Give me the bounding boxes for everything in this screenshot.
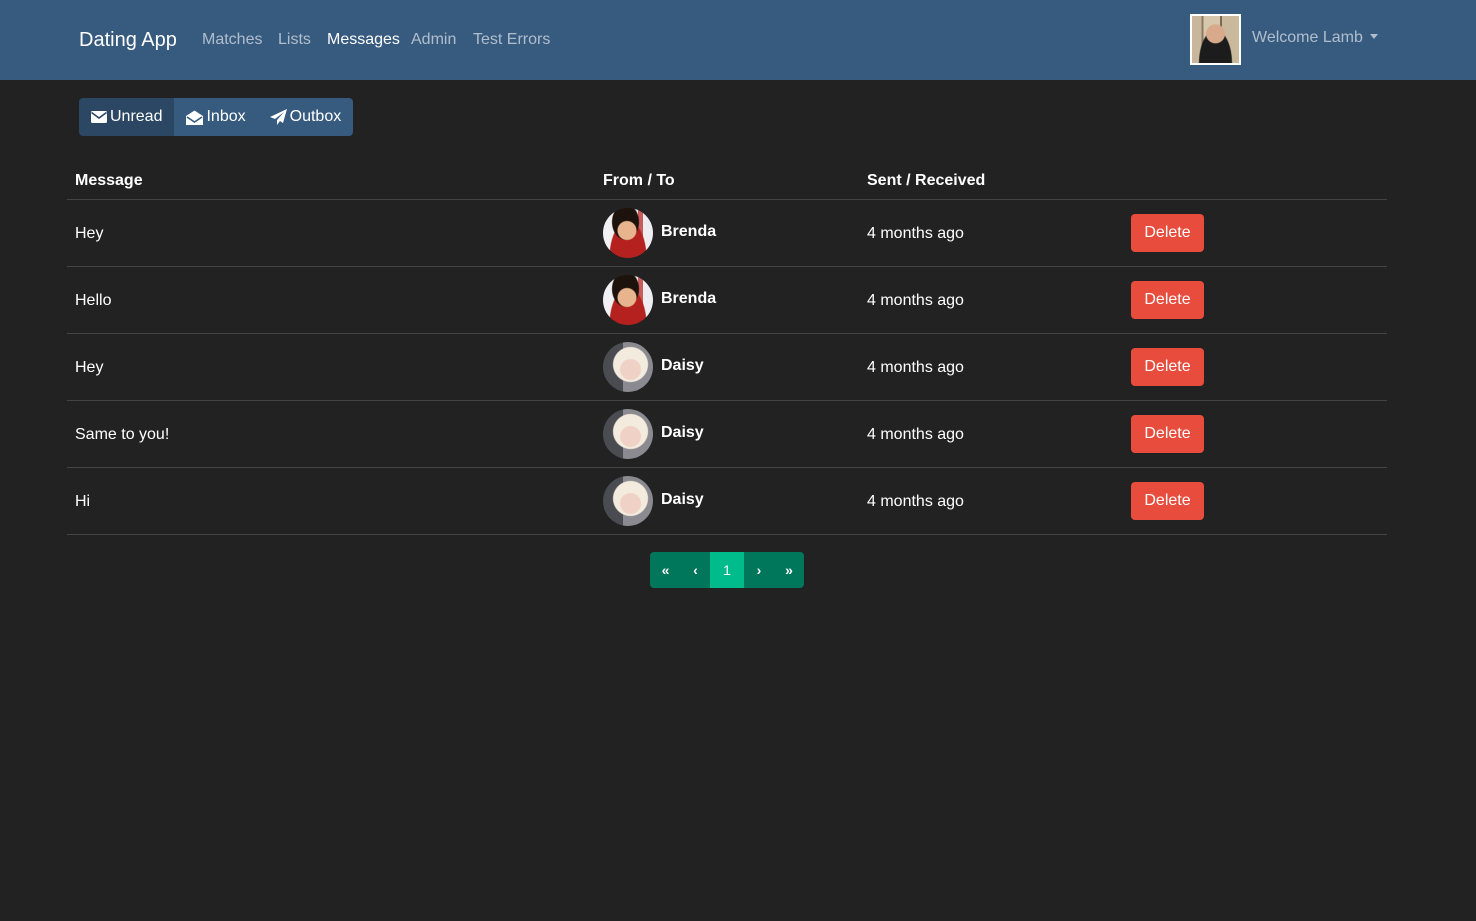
header-from-to: From / To bbox=[603, 172, 675, 189]
last-page-button[interactable]: » bbox=[774, 552, 804, 588]
table-row[interactable]: Hi Daisy 4 months ago Delete bbox=[67, 468, 1387, 535]
table-row[interactable]: Hello Brenda 4 months ago Delete bbox=[67, 267, 1387, 334]
inbox-button[interactable]: Inbox bbox=[174, 98, 258, 136]
message-time: 4 months ago bbox=[867, 225, 964, 242]
envelope-icon bbox=[91, 111, 107, 123]
envelope-open-icon bbox=[186, 110, 204, 125]
outbox-label: Outbox bbox=[289, 108, 342, 125]
table-row[interactable]: Hey Daisy 4 months ago Delete bbox=[67, 334, 1387, 401]
paper-plane-icon bbox=[269, 109, 287, 125]
welcome-label: Welcome Lamb bbox=[1252, 29, 1363, 46]
inbox-label: Inbox bbox=[206, 108, 246, 125]
user-name: Daisy bbox=[661, 357, 704, 374]
user-name: Daisy bbox=[661, 491, 704, 508]
user-avatar bbox=[1190, 14, 1241, 65]
messages-table: Message From / To Sent / Received Hey Br… bbox=[67, 163, 1387, 535]
nav-link-messages[interactable]: Messages bbox=[327, 29, 400, 51]
message-container-tabs: Unread Inbox Outbox bbox=[79, 98, 354, 136]
user-name: Brenda bbox=[661, 223, 717, 240]
nav-link-test-errors[interactable]: Test Errors bbox=[473, 29, 550, 51]
message-content: Hey bbox=[75, 359, 104, 376]
caret-down-icon bbox=[1369, 34, 1378, 39]
delete-button[interactable]: Delete bbox=[1131, 281, 1204, 319]
first-page-button[interactable]: « bbox=[650, 552, 681, 588]
user-menu-toggle[interactable]: Welcome Lamb bbox=[1252, 27, 1378, 49]
table-row[interactable]: Hey Brenda 4 months ago Delete bbox=[67, 200, 1387, 267]
table-row[interactable]: Same to you! Daisy 4 months ago Delete bbox=[67, 401, 1387, 468]
avatar bbox=[603, 476, 653, 526]
avatar bbox=[603, 275, 653, 325]
delete-button[interactable]: Delete bbox=[1131, 482, 1204, 520]
message-time: 4 months ago bbox=[867, 426, 964, 443]
page-1-button[interactable]: 1 bbox=[710, 552, 744, 588]
delete-button[interactable]: Delete bbox=[1131, 415, 1204, 453]
outbox-button[interactable]: Outbox bbox=[257, 98, 354, 136]
message-content: Same to you! bbox=[75, 426, 170, 443]
next-page-button[interactable]: › bbox=[744, 552, 774, 588]
delete-button[interactable]: Delete bbox=[1131, 348, 1204, 386]
previous-page-button[interactable]: ‹ bbox=[681, 552, 710, 588]
user-name: Daisy bbox=[661, 424, 704, 441]
delete-button[interactable]: Delete bbox=[1131, 214, 1204, 252]
message-time: 4 months ago bbox=[867, 493, 964, 510]
unread-label: Unread bbox=[110, 108, 163, 125]
brand-link[interactable]: Dating App bbox=[79, 26, 177, 54]
unread-button[interactable]: Unread bbox=[79, 98, 175, 136]
message-time: 4 months ago bbox=[867, 292, 964, 309]
avatar bbox=[603, 342, 653, 392]
nav-link-lists[interactable]: Lists bbox=[278, 29, 311, 51]
pagination: « ‹ 1 › » bbox=[650, 552, 804, 588]
header-sent-received: Sent / Received bbox=[867, 172, 986, 189]
top-navbar: Dating App Matches Lists Messages Admin … bbox=[0, 0, 1476, 80]
header-message: Message bbox=[75, 172, 143, 189]
nav-link-matches[interactable]: Matches bbox=[202, 29, 262, 51]
message-time: 4 months ago bbox=[867, 359, 964, 376]
user-name: Brenda bbox=[661, 290, 717, 307]
avatar bbox=[603, 409, 653, 459]
message-content: Hello bbox=[75, 292, 112, 309]
message-content: Hi bbox=[75, 493, 91, 510]
table-header: Message From / To Sent / Received bbox=[67, 163, 1387, 200]
nav-link-admin[interactable]: Admin bbox=[411, 29, 456, 51]
avatar bbox=[603, 208, 653, 258]
message-content: Hey bbox=[75, 225, 104, 242]
